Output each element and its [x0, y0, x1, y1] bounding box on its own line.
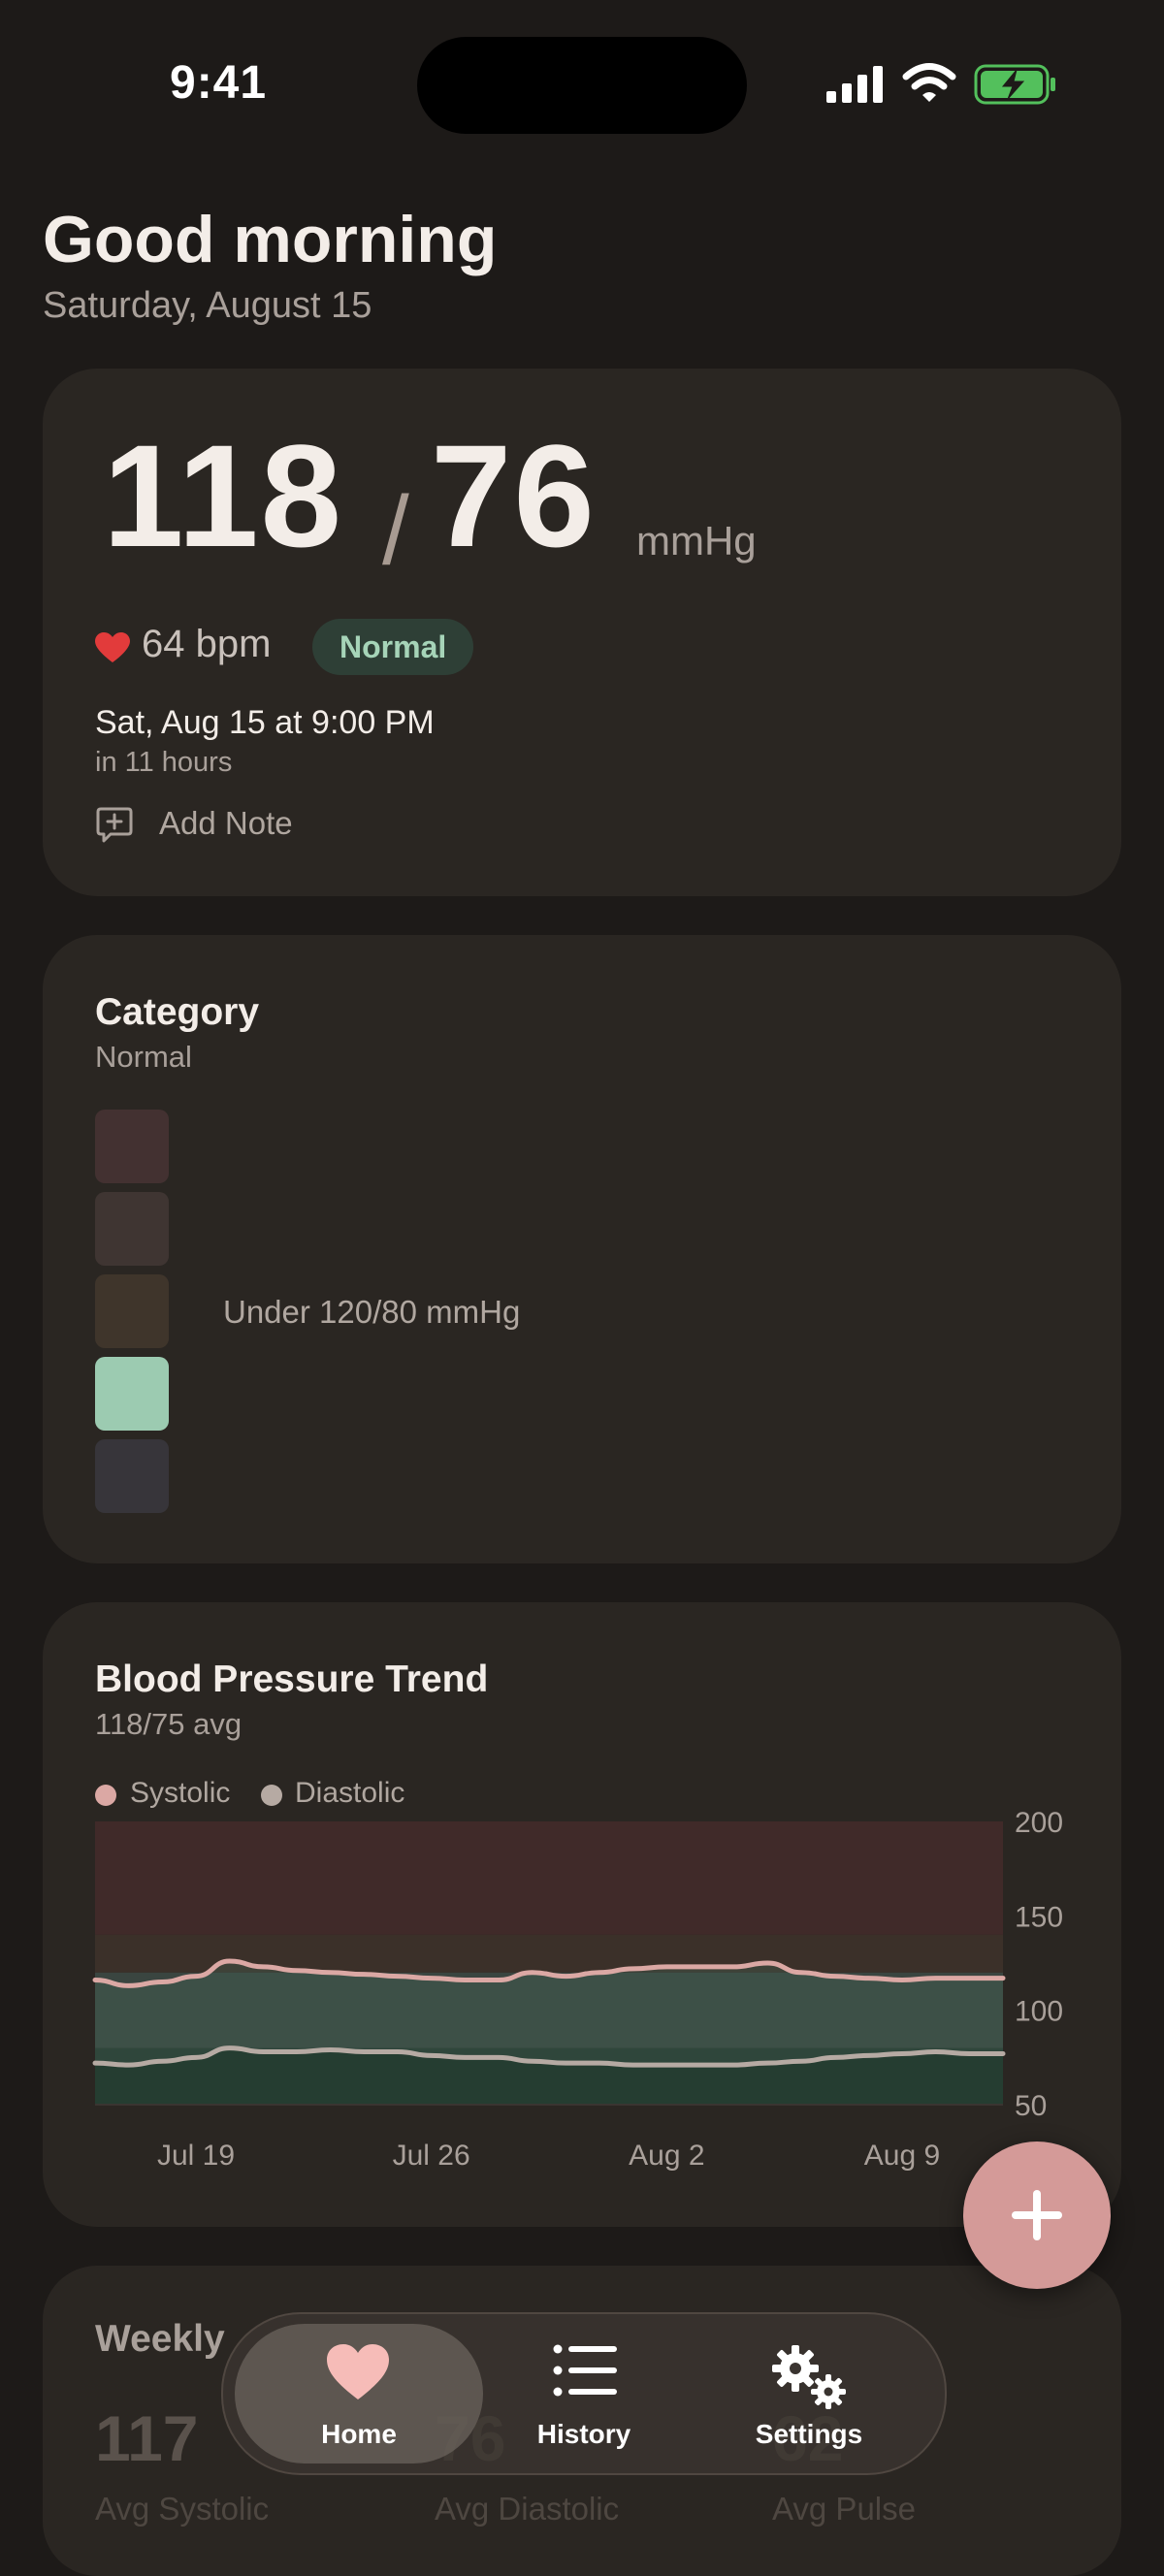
x-tick-label: Jul 19: [157, 2140, 235, 2172]
x-tick-label: Jul 26: [393, 2140, 470, 2172]
tab-home-label: Home: [321, 2419, 397, 2449]
list-icon: [553, 2344, 617, 2397]
tab-bar: Home History Settings: [221, 2312, 947, 2475]
weekly-title: Weekly: [95, 2318, 225, 2360]
category-current: Normal: [95, 1040, 192, 1074]
add-note-icon[interactable]: [95, 805, 134, 844]
trend-card: Blood Pressure Trend 118/75 avg Systolic…: [43, 1602, 1121, 2227]
signal-icon: [826, 66, 883, 103]
x-tick-label: Aug 9: [864, 2140, 940, 2172]
category-level-active: [95, 1357, 169, 1431]
heart-icon: [95, 632, 130, 662]
greeting-title: Good morning: [43, 203, 498, 276]
date-subtitle: Saturday, August 15: [43, 285, 372, 326]
x-tick-label: Aug 2: [629, 2140, 704, 2172]
gear-icon: [772, 2345, 846, 2409]
tab-settings-label: Settings: [755, 2419, 863, 2449]
weekly-avg-systolic-label: Avg Systolic: [95, 2491, 270, 2527]
category-level: [95, 1110, 169, 1183]
dynamic-island: [417, 37, 747, 134]
status-bar: 9:41: [0, 0, 1164, 165]
weekly-avg-diastolic-label: Avg Diastolic: [435, 2491, 620, 2527]
category-title: Category: [95, 991, 260, 1033]
systolic-value: 118: [103, 414, 343, 577]
latest-reading-card[interactable]: 118 / 76 mmHg 64 bpm Normal Sat, Aug 15 …: [43, 369, 1121, 896]
trend-chart: 200 150 100 50 Jul 19 Jul 26 Aug 2 Aug 9: [92, 1807, 1063, 2172]
next-reading-time: Sat, Aug 15 at 9:00 PM: [95, 704, 435, 741]
y-tick-label: 200: [1015, 1807, 1063, 1839]
add-note-button[interactable]: Add Note: [159, 805, 293, 842]
tab-home[interactable]: Home: [242, 2314, 475, 2473]
diastolic-value: 76: [431, 414, 597, 577]
category-description: Under 120/80 mmHg: [223, 1294, 521, 1330]
weekly-avg-pulse-label: Avg Pulse: [772, 2491, 916, 2527]
pulse-value: 64 bpm: [142, 623, 272, 665]
chart-zone: [95, 1821, 1003, 1935]
category-card: Category Normal Under 120/80 mmHg: [43, 935, 1121, 1563]
y-tick-label: 150: [1015, 1901, 1063, 1933]
status-badge: Normal: [312, 619, 474, 675]
tab-history-label: History: [536, 2419, 631, 2449]
category-level: [95, 1192, 169, 1266]
wifi-icon: [902, 63, 956, 102]
tab-history[interactable]: History: [468, 2314, 700, 2473]
heart-icon: [327, 2344, 389, 2399]
y-tick-label: 100: [1015, 1996, 1063, 2028]
y-tick-label: 50: [1015, 2090, 1047, 2122]
next-reading-relative: in 11 hours: [95, 747, 233, 778]
reading-unit: mmHg: [636, 518, 757, 564]
battery-charging-icon: [974, 64, 1055, 105]
add-reading-button[interactable]: [963, 2141, 1111, 2289]
reading-separator: /: [382, 476, 409, 585]
category-level: [95, 1274, 169, 1348]
status-time: 9:41: [170, 57, 268, 109]
tab-settings[interactable]: Settings: [693, 2314, 925, 2473]
weekly-avg-systolic-value: 117: [95, 2402, 199, 2474]
category-level: [95, 1439, 169, 1513]
